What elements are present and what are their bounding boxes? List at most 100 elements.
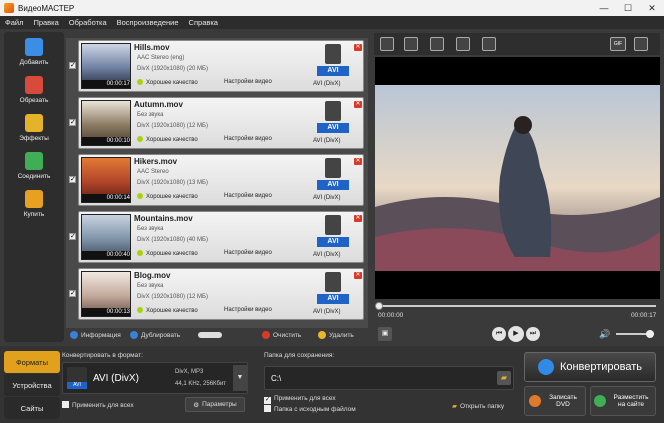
quality-label[interactable]: Хорошее качество: [137, 250, 198, 257]
apply-all-checkbox[interactable]: [62, 401, 69, 408]
audio-info: Без звука: [137, 283, 164, 289]
format-badge[interactable]: AVI: [317, 101, 349, 135]
video-settings-link[interactable]: Настройки видео: [224, 307, 272, 313]
format-badge[interactable]: AVI: [317, 44, 349, 78]
video-settings-link[interactable]: Настройки видео: [224, 79, 272, 85]
view-toggle-icon: [198, 332, 222, 338]
quality-label[interactable]: Хорошее качество: [137, 136, 198, 143]
volume-slider[interactable]: [616, 330, 654, 338]
file-item[interactable]: ✓ 00:00:17 Hills.mov AAC Stereo (eng) Di…: [66, 40, 366, 92]
source-folder-option[interactable]: Папка с исходным файлом: [264, 405, 356, 413]
file-panel: 00:00:10 Autumn.mov Без звука DivX (1920…: [78, 97, 364, 149]
menu-help[interactable]: Справка: [184, 18, 223, 27]
remove-file-icon[interactable]: ✕: [354, 101, 362, 108]
apply-all-format[interactable]: Применить для всех: [62, 401, 134, 409]
apply-all-folder[interactable]: ✓ Применить для всех: [264, 395, 336, 404]
parameters-button[interactable]: ⚙ Параметры: [185, 397, 245, 412]
format-badge[interactable]: AVI: [317, 215, 349, 249]
quality-label[interactable]: Хорошее качество: [137, 193, 198, 200]
info-button[interactable]: Информация: [70, 331, 121, 339]
file-checkbox[interactable]: ✓: [69, 233, 76, 240]
remove-file-icon[interactable]: ✕: [354, 158, 362, 165]
close-window-button[interactable]: ✕: [640, 0, 664, 16]
file-name: Hikers.mov: [134, 157, 178, 166]
quality-label[interactable]: Хорошее качество: [137, 307, 198, 314]
info-icon: [70, 331, 78, 339]
delete-button[interactable]: Удалить: [318, 331, 354, 339]
remove-file-icon[interactable]: ✕: [354, 44, 362, 51]
join-button[interactable]: Соединить: [8, 150, 60, 184]
remove-file-icon[interactable]: ✕: [354, 215, 362, 222]
volume-knob[interactable]: [646, 330, 654, 338]
view-toggle[interactable]: [198, 332, 222, 338]
tab-devices[interactable]: Устройства: [4, 374, 60, 396]
tab-sites[interactable]: Сайты: [4, 397, 60, 419]
apply-all-folder-checkbox[interactable]: ✓: [264, 397, 271, 404]
tab-formats[interactable]: Форматы: [4, 351, 60, 373]
video-preview: [375, 57, 660, 299]
total-time: 00:00:17: [631, 312, 657, 319]
add-button[interactable]: Добавить: [8, 36, 60, 70]
file-item[interactable]: ✓ 00:00:40 Mountains.mov Без звука DivX …: [66, 211, 366, 263]
menu-edit[interactable]: Правка: [28, 18, 63, 27]
menu-file[interactable]: Файл: [0, 18, 28, 27]
play-button[interactable]: ▶: [508, 326, 524, 342]
gear-icon: ⚙: [193, 401, 200, 409]
prev-button[interactable]: ⏮: [492, 327, 506, 341]
chevron-down-icon[interactable]: ▼: [233, 365, 247, 391]
open-folder-link[interactable]: ▰ Открыть папку: [452, 402, 504, 410]
next-button[interactable]: ⏭: [526, 327, 540, 341]
file-checkbox[interactable]: ✓: [69, 119, 76, 126]
maximize-button[interactable]: ☐: [616, 0, 640, 16]
video-settings-link[interactable]: Настройки видео: [224, 136, 272, 142]
speed-icon[interactable]: [482, 37, 496, 51]
crop-icon[interactable]: [380, 37, 394, 51]
cut-button[interactable]: Обрезать: [8, 74, 60, 108]
film-icon: [325, 44, 341, 64]
effects-button[interactable]: Эффекты: [8, 112, 60, 146]
folder-icon[interactable]: ▰: [497, 371, 511, 385]
file-item[interactable]: ✓ 00:00:13 Blog.mov Без звука DivX (1920…: [66, 268, 366, 320]
fullscreen-icon[interactable]: [634, 37, 648, 51]
file-checkbox[interactable]: ✓: [69, 290, 76, 297]
minimize-button[interactable]: —: [592, 0, 616, 16]
film-icon: [325, 158, 341, 178]
buy-button[interactable]: Купить: [8, 188, 60, 222]
join-label: Соединить: [17, 173, 51, 180]
burn-dvd-button[interactable]: Записать DVD: [524, 386, 586, 416]
menu-playback[interactable]: Воспроизведение: [112, 18, 184, 27]
gif-button[interactable]: GIF: [610, 37, 626, 51]
clear-button[interactable]: Очистить: [262, 331, 301, 339]
save-path-field[interactable]: C:\ ▰: [264, 366, 514, 390]
duplicate-button[interactable]: Дублировать: [130, 331, 180, 339]
buy-label: Купить: [23, 211, 45, 218]
source-folder-checkbox[interactable]: [264, 405, 271, 412]
format-selector[interactable]: AVI AVI (DivX) DivX, MP3 44,1 KHz, 256Кб…: [62, 362, 248, 394]
preview-frame: [375, 85, 660, 271]
format-badge[interactable]: AVI: [317, 158, 349, 192]
menu-process[interactable]: Обработка: [64, 18, 112, 27]
video-settings-link[interactable]: Настройки видео: [224, 250, 272, 256]
file-item[interactable]: ✓ 00:00:14 Hikers.mov AAC Stereo DivX (1…: [66, 154, 366, 206]
format-label: AVI (DivX): [313, 81, 341, 87]
text-overlay-icon[interactable]: [456, 37, 470, 51]
save-path: C:\: [271, 374, 282, 383]
format-badge[interactable]: AVI: [317, 272, 349, 306]
brightness-icon[interactable]: [430, 37, 444, 51]
film-icon: AVI: [67, 367, 87, 389]
volume-icon[interactable]: 🔊: [598, 327, 612, 341]
publish-web-button[interactable]: Разместить на сайте: [590, 386, 656, 416]
snapshot-icon[interactable]: ▣: [378, 327, 392, 341]
convert-icon: [537, 359, 554, 375]
rotate-icon[interactable]: [404, 37, 418, 51]
seek-knob[interactable]: [375, 302, 383, 310]
seek-bar[interactable]: [375, 302, 656, 310]
file-checkbox[interactable]: ✓: [69, 176, 76, 183]
add-label: Добавить: [19, 59, 49, 66]
video-settings-link[interactable]: Настройки видео: [224, 193, 272, 199]
file-item[interactable]: ✓ 00:00:10 Autumn.mov Без звука DivX (19…: [66, 97, 366, 149]
remove-file-icon[interactable]: ✕: [354, 272, 362, 279]
quality-label[interactable]: Хорошее качество: [137, 79, 198, 86]
file-checkbox[interactable]: ✓: [69, 62, 76, 69]
convert-button[interactable]: Конвертировать: [524, 352, 656, 382]
